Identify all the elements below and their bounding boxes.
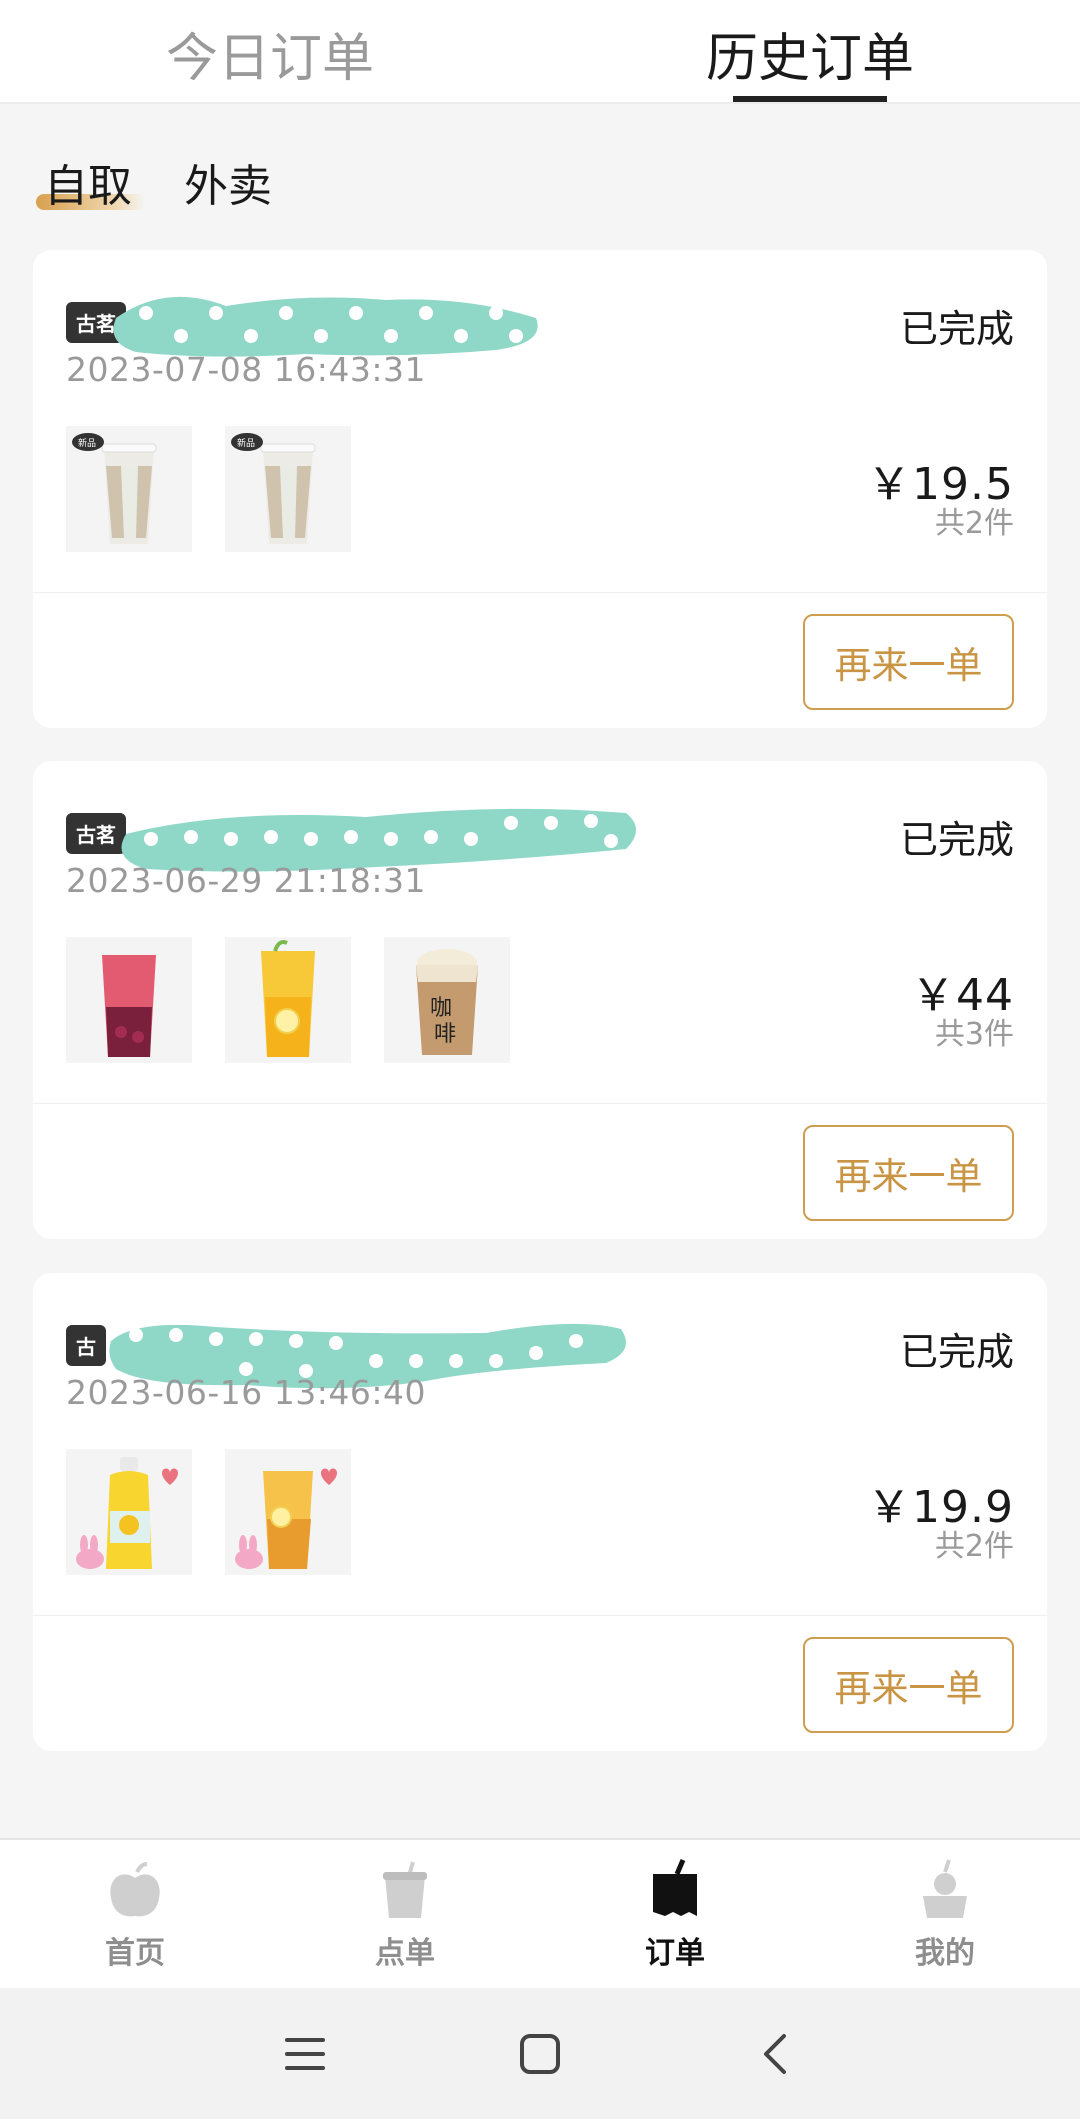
product-image-fruit-tea bbox=[225, 1449, 351, 1575]
item-thumbnails: 咖 啡 bbox=[66, 937, 510, 1063]
order-time: 2023-06-16 13:46:40 bbox=[66, 1373, 426, 1412]
order-status: 已完成 bbox=[899, 1330, 1014, 1374]
order-tabs: 今日订单 历史订单 bbox=[0, 0, 1080, 104]
item-thumbnails bbox=[66, 1449, 351, 1575]
nav-item-home[interactable]: 首页 bbox=[0, 1840, 270, 1988]
order-time: 2023-07-08 16:43:31 bbox=[66, 350, 426, 389]
order-time: 2023-06-29 21:18:31 bbox=[66, 861, 426, 900]
menu-cup-icon bbox=[383, 1861, 427, 1918]
reorder-button[interactable]: 再来一单 bbox=[803, 1125, 1014, 1221]
store-name-row: 古茗 bbox=[66, 296, 538, 357]
tab-today-orders[interactable]: 今日订单 bbox=[0, 0, 540, 102]
order-icon bbox=[653, 1859, 697, 1916]
tab-history-orders[interactable]: 历史订单 bbox=[540, 0, 1080, 102]
nav-label: 首页 bbox=[105, 1936, 165, 1971]
tab-pickup[interactable]: 自取 bbox=[36, 150, 146, 214]
home-button[interactable] bbox=[510, 2024, 570, 2084]
nav-label: 订单 bbox=[645, 1936, 705, 1971]
order-item-count: 共2件 bbox=[934, 506, 1014, 541]
nav-item-profile[interactable]: 我的 bbox=[810, 1840, 1080, 1988]
product-image-milk-tea: 新品 bbox=[66, 426, 192, 552]
system-nav-bar bbox=[0, 1988, 1080, 2119]
product-image-lemon-tea bbox=[225, 937, 351, 1063]
svg-text:新品: 新品 bbox=[78, 437, 96, 449]
product-image-berry-tea bbox=[66, 937, 192, 1063]
order-card[interactable]: 古 2023-06-16 13:46:40 已完成 ￥19.9 共2件 再来一单 bbox=[33, 1273, 1047, 1751]
order-card[interactable]: 古茗 2023-07-08 16:43:31 已完成 新品 新品 ￥19.5 共… bbox=[33, 250, 1047, 728]
recent-apps-button[interactable] bbox=[275, 2024, 335, 2084]
divider bbox=[33, 592, 1047, 593]
divider bbox=[33, 1615, 1047, 1616]
home-icon bbox=[110, 1862, 160, 1917]
svg-text:啡: 啡 bbox=[434, 1022, 456, 1047]
nav-item-order-menu[interactable]: 点单 bbox=[270, 1840, 540, 1988]
product-image-milk-tea: 新品 bbox=[225, 426, 351, 552]
nav-label: 我的 bbox=[915, 1936, 975, 1971]
menu-lines-icon bbox=[285, 2037, 325, 2070]
order-status: 已完成 bbox=[899, 307, 1014, 351]
reorder-button[interactable]: 再来一单 bbox=[803, 1637, 1014, 1733]
order-status: 已完成 bbox=[899, 818, 1014, 862]
reorder-button[interactable]: 再来一单 bbox=[803, 614, 1014, 710]
order-card[interactable]: 古茗 2023-06-29 21:18:31 已完成 咖 啡 ￥44 共3件 再… bbox=[33, 761, 1047, 1239]
order-item-count: 共2件 bbox=[934, 1529, 1014, 1564]
store-tag: 古 bbox=[66, 1325, 106, 1366]
store-name-row: 古 bbox=[66, 1323, 627, 1389]
square-home-icon bbox=[520, 2033, 560, 2074]
product-image-bottled-juice bbox=[66, 1449, 192, 1575]
nav-item-orders[interactable]: 订单 bbox=[540, 1840, 810, 1988]
nav-label: 点单 bbox=[375, 1936, 435, 1971]
order-item-count: 共3件 bbox=[934, 1017, 1014, 1052]
store-name-row: 古茗 bbox=[66, 808, 636, 872]
back-button[interactable] bbox=[745, 2024, 805, 2084]
divider bbox=[33, 1103, 1047, 1104]
svg-text:新品: 新品 bbox=[237, 437, 255, 449]
product-image-coffee: 咖 啡 bbox=[384, 937, 510, 1063]
bottom-nav: 首页 点单 订单 我的 bbox=[0, 1838, 1080, 1988]
order-type-tabs: 自取 外卖 bbox=[36, 150, 272, 214]
item-thumbnails: 新品 新品 bbox=[66, 426, 351, 552]
svg-text:咖: 咖 bbox=[430, 996, 452, 1021]
back-arrow-icon bbox=[764, 2033, 786, 2074]
tab-delivery[interactable]: 外卖 bbox=[184, 150, 272, 214]
profile-icon bbox=[923, 1859, 967, 1918]
